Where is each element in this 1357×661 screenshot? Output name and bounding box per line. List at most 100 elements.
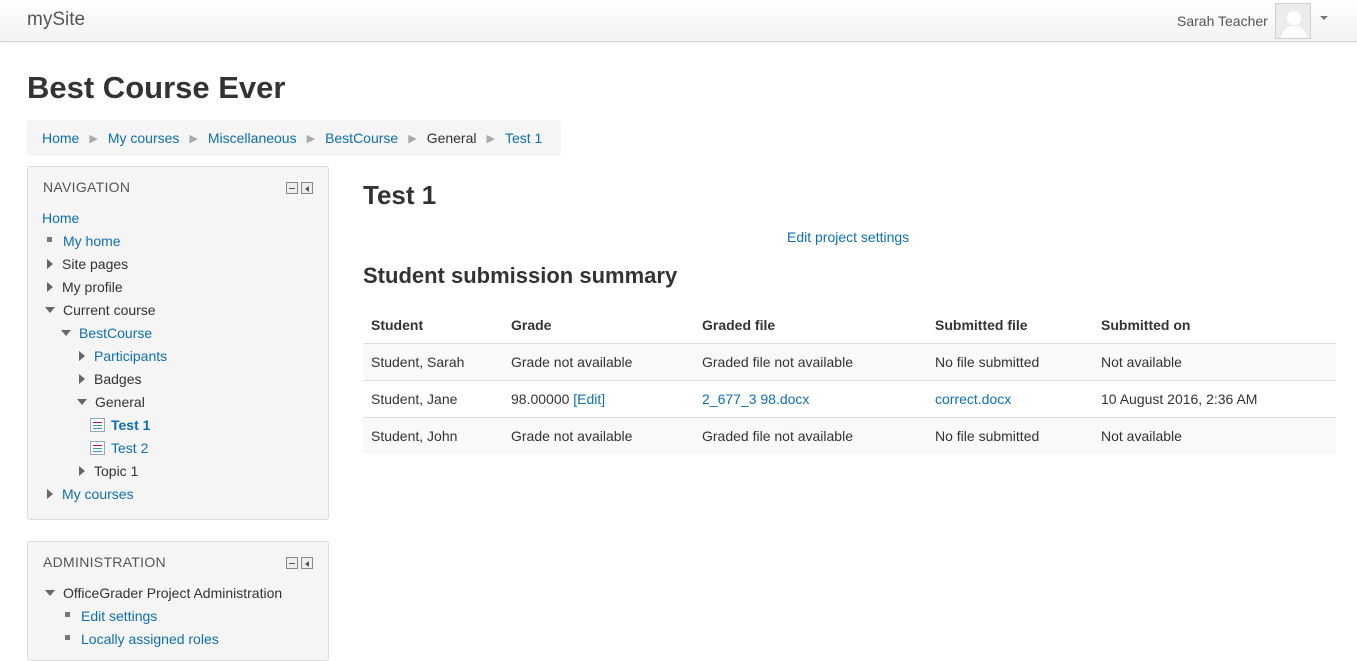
breadcrumb-general: General xyxy=(426,130,477,146)
student-name-cell: Student, Jane xyxy=(363,379,503,417)
nav-item-participants[interactable]: Participants xyxy=(79,348,167,364)
nav-my-home-link[interactable]: My home xyxy=(63,233,121,249)
bullet-icon xyxy=(47,236,52,242)
nav-item-badges[interactable]: Badges xyxy=(79,371,141,387)
admin-item-edit-settings[interactable]: Edit settings xyxy=(65,608,157,624)
nav-home-link[interactable]: Home xyxy=(42,210,79,226)
breadcrumb-bestcourse[interactable]: BestCourse xyxy=(325,130,398,146)
admin-edit-settings-link[interactable]: Edit settings xyxy=(81,608,157,624)
admin-local-roles-link[interactable]: Locally assigned roles xyxy=(81,631,219,647)
block-controls xyxy=(286,557,313,569)
nav-item-test2[interactable]: Test 2 xyxy=(90,440,148,456)
column-header-submitted-file: Submitted file xyxy=(927,307,1093,344)
collapse-arrow-icon xyxy=(45,307,55,313)
nav-participants-link[interactable]: Participants xyxy=(94,348,167,364)
page-title: Test 1 xyxy=(363,180,437,210)
nav-my-profile-label: My profile xyxy=(62,279,123,295)
column-header-grade: Grade xyxy=(503,307,694,344)
nav-topic1-label: Topic 1 xyxy=(94,463,139,479)
expand-arrow-icon xyxy=(79,351,85,361)
nav-test1-link[interactable]: Test 1 xyxy=(111,417,150,433)
table-row: Student, John Grade not available Graded… xyxy=(363,416,1336,454)
student-name-cell: Student, John xyxy=(363,416,503,454)
nav-item-my-home[interactable]: My home xyxy=(47,233,121,249)
grade-cell: Grade not available xyxy=(503,342,694,380)
site-brand-link[interactable]: mySite xyxy=(27,9,85,31)
admin-item-local-roles[interactable]: Locally assigned roles xyxy=(65,631,219,647)
admin-item-project[interactable]: OfficeGrader Project Administration xyxy=(45,585,282,601)
bullet-icon xyxy=(65,634,70,640)
user-avatar-icon xyxy=(1276,4,1310,38)
nav-test2-link[interactable]: Test 2 xyxy=(111,440,148,456)
nav-badges-label: Badges xyxy=(94,371,142,387)
breadcrumb-miscellaneous[interactable]: Miscellaneous xyxy=(208,130,297,146)
table-row: Student, Sarah Grade not available Grade… xyxy=(363,342,1336,380)
administration-block-title: ADMINISTRATION xyxy=(43,554,166,570)
grade-cell: 98.00000 [Edit] xyxy=(503,379,694,417)
nav-item-site-pages[interactable]: Site pages xyxy=(47,256,128,272)
nav-site-pages-label: Site pages xyxy=(62,256,129,272)
column-header-student: Student xyxy=(363,307,503,344)
nav-item-current-course[interactable]: Current course xyxy=(45,302,156,318)
breadcrumb-test1[interactable]: Test 1 xyxy=(505,130,542,146)
grade-edit-link[interactable]: [Edit] xyxy=(573,391,605,407)
nav-current-course-label: Current course xyxy=(63,302,156,318)
submitted-file-link[interactable]: correct.docx xyxy=(935,391,1011,407)
nav-item-test1[interactable]: Test 1 xyxy=(90,417,150,433)
collapse-block-icon[interactable] xyxy=(286,557,298,569)
submission-table: Student Grade Graded file Submitted file… xyxy=(363,307,1336,454)
breadcrumb: Home ▶ My courses ▶ Miscellaneous ▶ Best… xyxy=(27,120,561,156)
user-menu-caret-icon[interactable] xyxy=(1320,16,1328,20)
navigation-block: NAVIGATION Home My home Site pages My pr… xyxy=(27,166,329,520)
nav-bestcourse-link[interactable]: BestCourse xyxy=(79,325,152,341)
breadcrumb-separator-icon: ▶ xyxy=(89,132,98,145)
submitted-file-cell: No file submitted xyxy=(927,342,1093,380)
table-row: Student, Jane 98.00000 [Edit] 2_677_3 98… xyxy=(363,379,1336,417)
breadcrumb-separator-icon: ▶ xyxy=(306,132,316,145)
column-header-graded-file: Graded file xyxy=(694,307,927,344)
collapse-arrow-icon xyxy=(45,590,55,596)
grade-value: 98.00000 xyxy=(511,390,570,407)
submitted-on-cell: Not available xyxy=(1093,342,1336,380)
bullet-icon xyxy=(65,611,70,617)
dock-block-icon[interactable] xyxy=(301,182,313,194)
collapse-block-icon[interactable] xyxy=(286,182,298,194)
nav-item-my-courses[interactable]: My courses xyxy=(47,486,134,502)
breadcrumb-home[interactable]: Home xyxy=(42,130,79,146)
submitted-file-cell: No file submitted xyxy=(927,416,1093,454)
user-menu-name[interactable]: Sarah Teacher xyxy=(1177,13,1268,29)
nav-item-my-profile[interactable]: My profile xyxy=(47,279,123,295)
expand-arrow-icon xyxy=(47,259,53,269)
expand-arrow-icon xyxy=(47,282,53,292)
grade-cell: Grade not available xyxy=(503,416,694,454)
submitted-on-cell: 10 August 2016, 2:36 AM xyxy=(1093,379,1336,417)
edit-project-settings-link[interactable]: Edit project settings xyxy=(787,229,909,245)
graded-file-cell: Graded file not available xyxy=(694,342,927,380)
section-title: Student submission summary xyxy=(363,263,678,288)
student-name-cell: Student, Sarah xyxy=(363,342,503,380)
breadcrumb-separator-icon: ▶ xyxy=(189,132,198,145)
admin-project-label: OfficeGrader Project Administration xyxy=(63,585,283,601)
graded-file-link[interactable]: 2_677_3 98.docx xyxy=(702,391,809,407)
block-controls xyxy=(286,182,313,194)
submitted-file-cell: correct.docx xyxy=(927,379,1093,417)
nav-my-courses-link[interactable]: My courses xyxy=(62,486,134,502)
nav-item-bestcourse[interactable]: BestCourse xyxy=(61,325,152,341)
collapse-arrow-icon xyxy=(61,330,71,336)
column-header-submitted-on: Submitted on xyxy=(1093,307,1336,344)
nav-item-general[interactable]: General xyxy=(77,394,145,410)
breadcrumb-separator-icon: ▶ xyxy=(408,132,417,145)
expand-arrow-icon xyxy=(79,466,85,476)
graded-file-cell: Graded file not available xyxy=(694,416,927,454)
nav-item-home[interactable]: Home xyxy=(42,210,79,226)
graded-file-cell: 2_677_3 98.docx xyxy=(694,379,927,417)
avatar[interactable] xyxy=(1275,3,1311,39)
navigation-block-title: NAVIGATION xyxy=(43,179,131,195)
table-header-row: Student Grade Graded file Submitted file… xyxy=(363,307,1336,344)
collapse-arrow-icon xyxy=(77,399,87,405)
dock-block-icon[interactable] xyxy=(301,557,313,569)
nav-item-topic1[interactable]: Topic 1 xyxy=(79,463,138,479)
breadcrumb-my-courses[interactable]: My courses xyxy=(108,130,180,146)
administration-block: ADMINISTRATION OfficeGrader Project Admi… xyxy=(27,541,329,661)
expand-arrow-icon xyxy=(79,374,85,384)
